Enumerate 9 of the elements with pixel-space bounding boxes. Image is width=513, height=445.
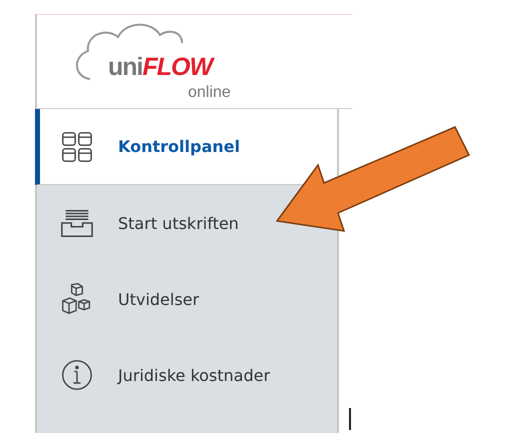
grid-icon: [60, 130, 94, 162]
text-cursor: [349, 408, 351, 430]
logo-subtitle: online: [188, 83, 231, 103]
sidebar-item[interactable]: Utvidelser: [35, 261, 337, 337]
tray-icon: [60, 207, 94, 239]
sidebar-item[interactable]: Kontrollpanel: [35, 109, 337, 185]
sidebar-item[interactable]: Juridiske kostnader: [35, 337, 337, 413]
info-icon: [60, 359, 94, 391]
logo-wordmark: uniFLOW: [108, 53, 212, 81]
